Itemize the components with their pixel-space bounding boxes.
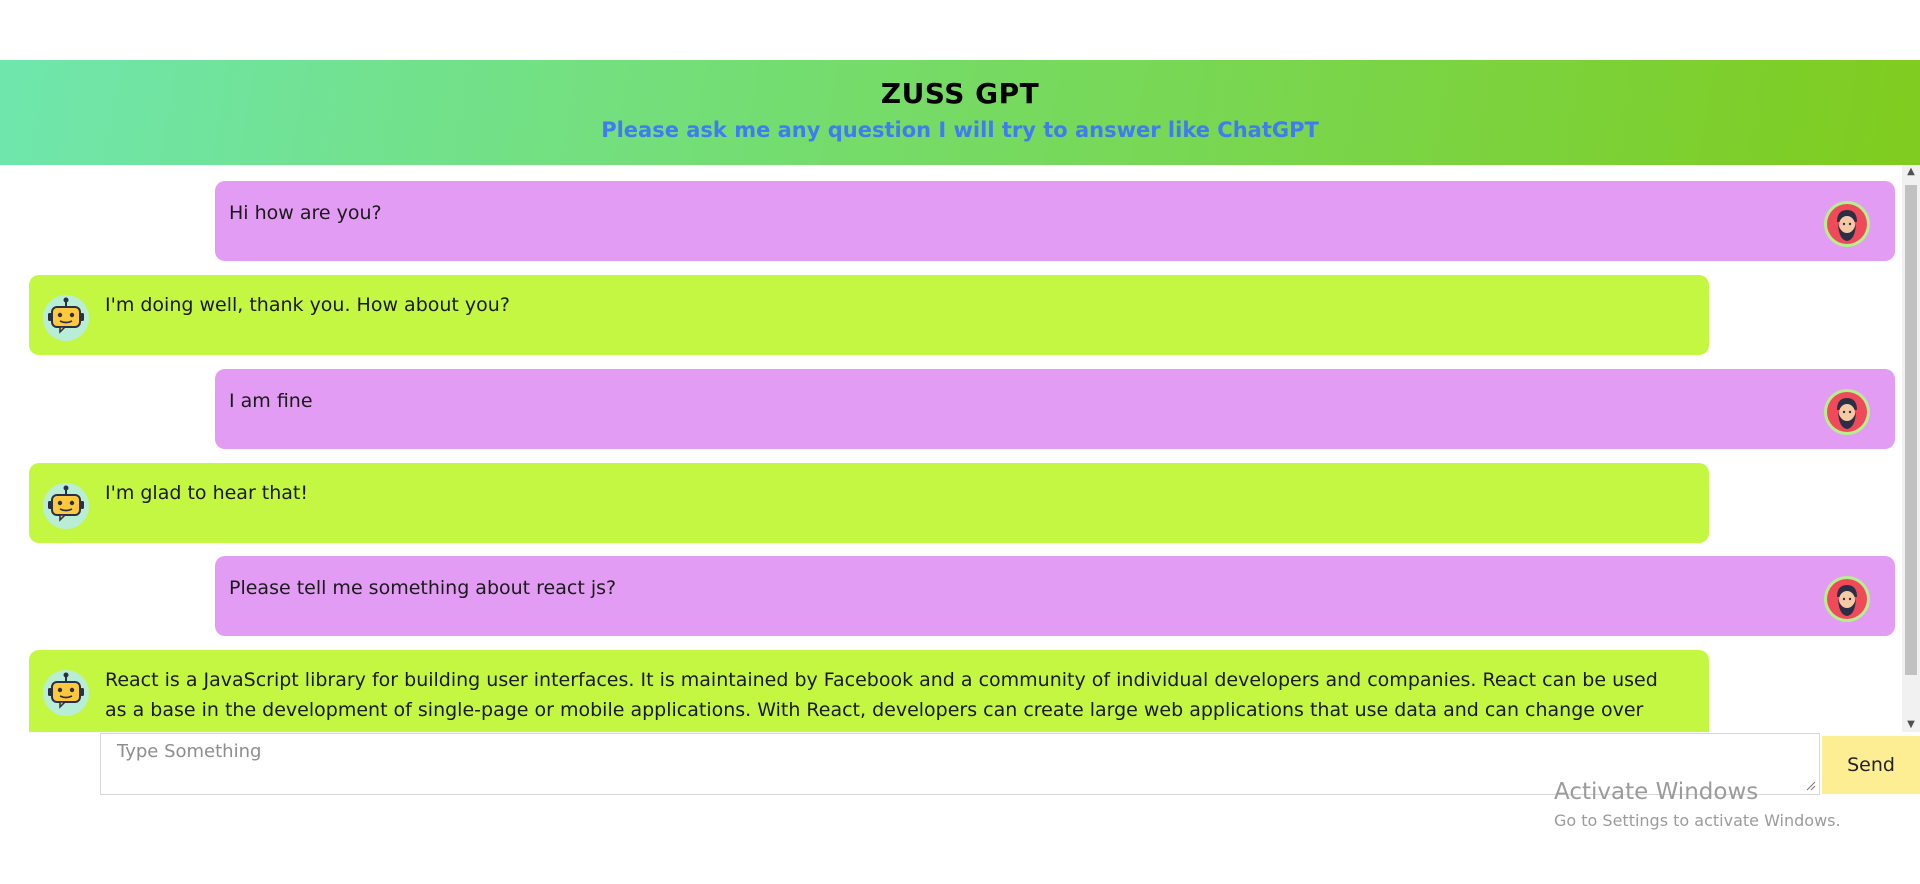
app-header: ZUSS GPT Please ask me any question I wi…	[0, 60, 1920, 165]
message-text: I'm glad to hear that!	[105, 482, 308, 504]
watermark-subtitle: Go to Settings to activate Windows.	[1554, 811, 1841, 830]
message-text: I am fine	[229, 390, 313, 412]
scroll-thumb[interactable]	[1905, 185, 1917, 675]
user-avatar-icon	[1824, 389, 1870, 435]
chat-scrollbar[interactable]: ▲ ▼	[1902, 165, 1920, 732]
user-message: Hi how are you?	[215, 181, 1895, 261]
bot-avatar-icon	[43, 295, 89, 341]
user-avatar-icon	[1824, 576, 1870, 622]
windows-activation-watermark: Activate Windows Go to Settings to activ…	[1554, 779, 1841, 830]
message-text: React is a JavaScript library for buildi…	[105, 669, 1658, 732]
user-message: Please tell me something about react js?	[215, 556, 1895, 636]
watermark-title: Activate Windows	[1554, 779, 1759, 805]
user-avatar-icon	[1824, 201, 1870, 247]
bot-message: React is a JavaScript library for buildi…	[29, 650, 1709, 732]
bot-avatar-icon	[43, 483, 89, 529]
bot-message: I'm doing well, thank you. How about you…	[29, 275, 1709, 355]
bot-message: I'm glad to hear that!	[29, 463, 1709, 543]
app-title: ZUSS GPT	[880, 77, 1040, 110]
scroll-down-arrow-icon[interactable]: ▼	[1902, 718, 1920, 732]
user-message: I am fine	[215, 369, 1895, 449]
scroll-up-arrow-icon[interactable]: ▲	[1902, 165, 1920, 179]
app-subtitle: Please ask me any question I will try to…	[601, 118, 1319, 142]
chat-container[interactable]: Hi how are you? I'm doing well, thank yo…	[0, 165, 1902, 732]
message-text: I'm doing well, thank you. How about you…	[105, 294, 510, 316]
message-text: Hi how are you?	[229, 202, 382, 224]
bot-avatar-icon	[43, 670, 89, 716]
message-text: Please tell me something about react js?	[229, 577, 617, 599]
